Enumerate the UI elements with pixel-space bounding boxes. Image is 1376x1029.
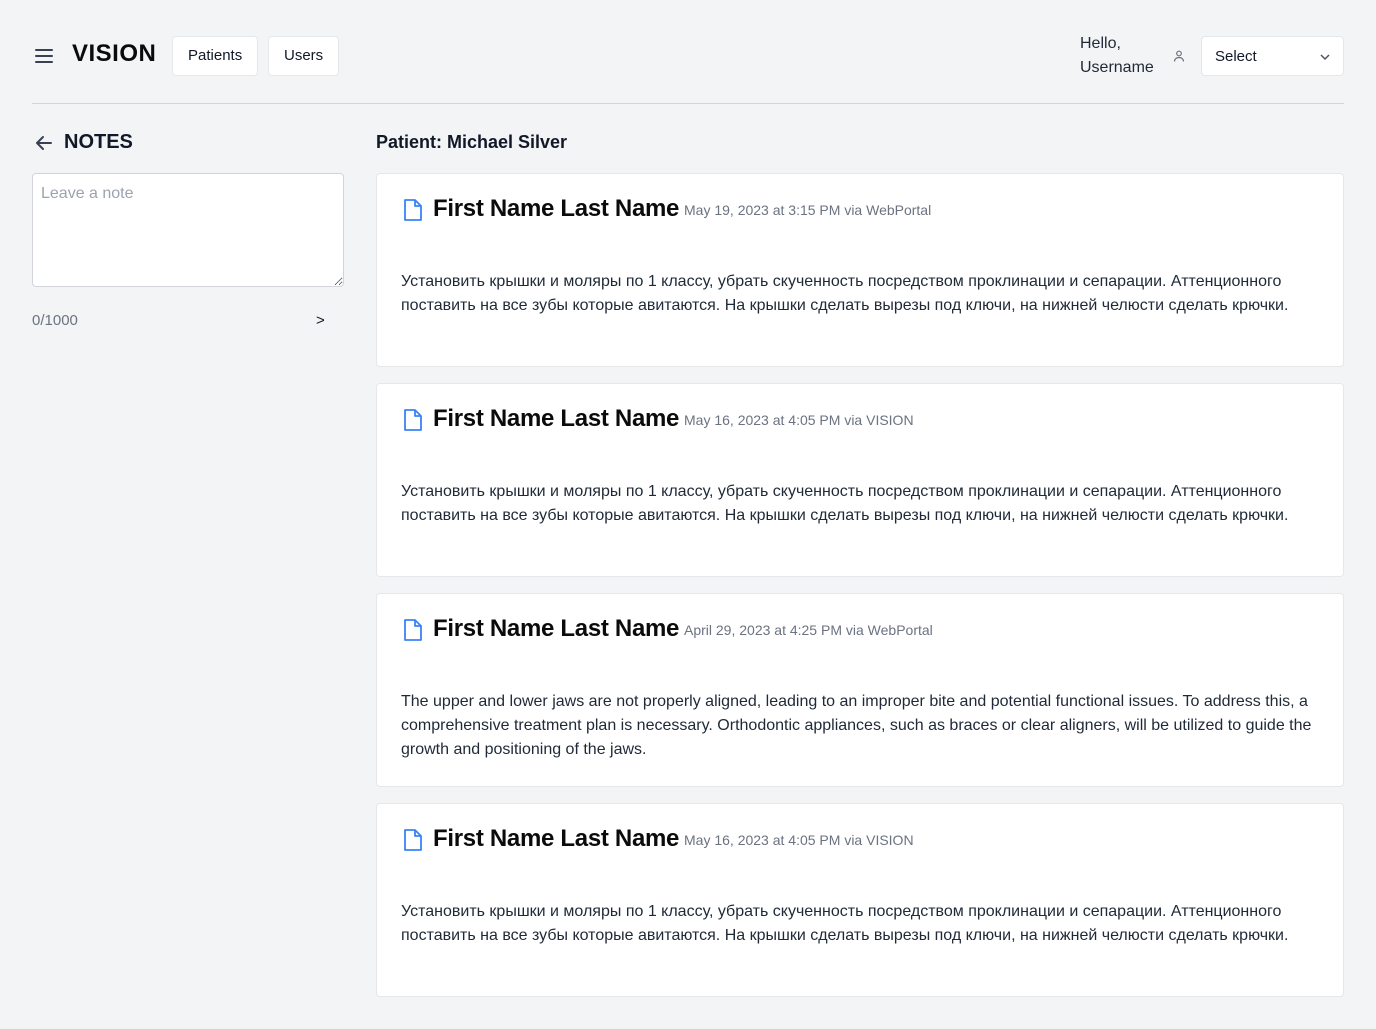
- greeting-username: Username: [1080, 59, 1154, 76]
- patient-title: Patient: Michael Silver: [376, 132, 568, 152]
- note-meta: April 29, 2023 at 4:25 PM via WebPortal: [684, 622, 933, 638]
- note-card: First Name Last Name May 16, 2023 at 4:0…: [376, 803, 1344, 997]
- note-card: First Name Last Name May 19, 2023 at 3:1…: [376, 173, 1344, 367]
- note-author: First Name Last Name: [433, 615, 680, 642]
- nav-users-button[interactable]: Users: [268, 36, 340, 76]
- account-select[interactable]: Select: [1201, 36, 1344, 76]
- chevron-down-icon: [1320, 54, 1330, 61]
- document-icon: [404, 409, 422, 431]
- document-icon: [404, 199, 422, 221]
- arrow-left-icon[interactable]: [34, 133, 54, 153]
- character-counter: 0/1000: [32, 312, 78, 329]
- document-icon: [404, 619, 422, 641]
- menu-icon[interactable]: [34, 47, 54, 65]
- top-header: VISION Patients Users Hello, Username Se…: [32, 0, 1344, 104]
- note-author: First Name Last Name: [433, 195, 680, 222]
- user-icon: [1173, 50, 1185, 62]
- select-value: Select: [1215, 48, 1257, 65]
- user-greeting: Hello, Username: [1080, 32, 1154, 80]
- note-text: Установить крышки и моляры по 1 классу, …: [401, 483, 1289, 524]
- greeting-hello: Hello,: [1080, 35, 1121, 52]
- note-input[interactable]: [32, 173, 344, 287]
- note-meta: May 16, 2023 at 4:05 PM via VISION: [684, 412, 914, 428]
- note-text: Установить крышки и моляры по 1 классу, …: [401, 903, 1289, 944]
- note-meta: May 19, 2023 at 3:15 PM via WebPortal: [684, 202, 932, 218]
- note-author: First Name Last Name: [433, 825, 680, 852]
- app-logo: VISION: [72, 40, 157, 67]
- note-card: First Name Last Name April 29, 2023 at 4…: [376, 593, 1344, 787]
- note-text: Установить крышки и моляры по 1 классу, …: [401, 273, 1289, 314]
- nav-patients-button[interactable]: Patients: [172, 36, 259, 76]
- document-icon: [404, 829, 422, 851]
- submit-note-button[interactable]: >: [316, 312, 325, 329]
- note-meta: May 16, 2023 at 4:05 PM via VISION: [684, 832, 914, 848]
- notes-title: NOTES: [64, 131, 133, 153]
- note-card: First Name Last Name May 16, 2023 at 4:0…: [376, 383, 1344, 577]
- note-author: First Name Last Name: [433, 405, 680, 432]
- note-text: The upper and lower jaws are not properl…: [401, 693, 1312, 758]
